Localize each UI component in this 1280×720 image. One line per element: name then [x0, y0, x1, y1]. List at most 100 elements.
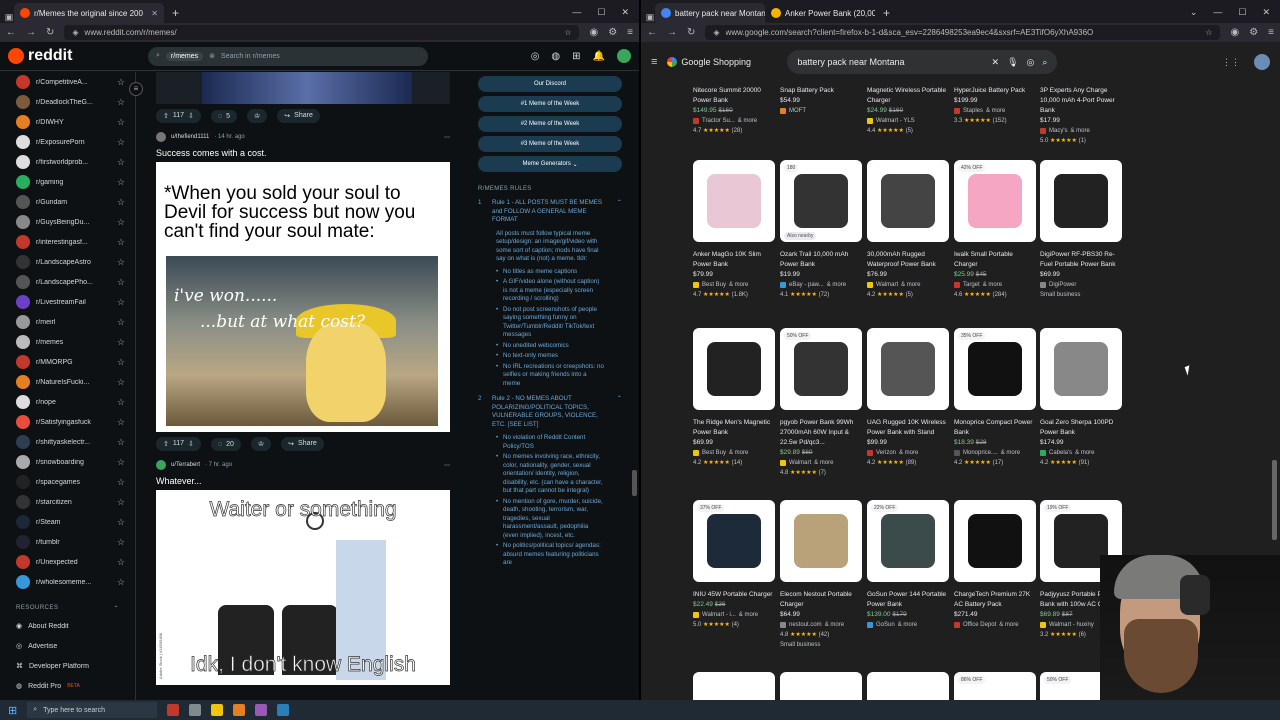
favorite-star-icon[interactable]: ☆ — [117, 517, 125, 528]
sidebar-subreddit[interactable]: r/snowboarding ☆ — [0, 452, 135, 472]
tab-google-shopping[interactable]: battery pack near Montana - G ✕ — [655, 3, 765, 23]
product-name[interactable]: Iwalk Small Portable Charger — [954, 250, 1038, 270]
favorite-star-icon[interactable]: ☆ — [117, 557, 125, 568]
product-image[interactable] — [954, 500, 1036, 582]
tab-anker[interactable]: Anker Power Bank (20,000mAh ✕ — [765, 3, 875, 23]
post-image[interactable]: Waiter or something Idk, I don't know En… — [156, 490, 450, 685]
lens-icon[interactable]: ◎ — [1027, 57, 1035, 68]
new-tab-button[interactable]: + — [164, 3, 187, 23]
sidebar-subreddit[interactable]: r/ExposurePorn ☆ — [0, 132, 135, 152]
pocket-icon[interactable]: ◉ — [589, 27, 598, 38]
minimize-icon[interactable]: — — [1213, 7, 1222, 18]
product-name[interactable]: pgyob Power Bank 99Wh 27000mAh 60W Input… — [780, 418, 864, 448]
notifications-icon[interactable]: 🔔 — [593, 51, 605, 62]
product-card[interactable] — [693, 672, 777, 700]
favorite-star-icon[interactable]: ☆ — [117, 177, 125, 188]
google-search-box[interactable]: battery pack near Montana ✕ 🎙 ◎ ⌕ — [787, 50, 1058, 74]
product-image[interactable]: 180 Also nearby — [780, 160, 862, 242]
hamburger-menu-icon[interactable]: ≡ — [651, 56, 657, 68]
clear-search-icon[interactable]: ✕ — [992, 57, 1000, 68]
sidebar-item-advertise[interactable]: ◎ Advertise — [0, 636, 135, 656]
product-image[interactable] — [1040, 328, 1122, 410]
favorite-star-icon[interactable]: ☆ — [117, 357, 125, 368]
scrollbar-thumb[interactable] — [632, 470, 637, 496]
sidebar-subreddit[interactable]: r/wholesomeme... ☆ — [0, 572, 135, 592]
product-card[interactable]: Snap Battery Pack $54.99 MOFT — [780, 78, 864, 116]
extensions-icon[interactable]: ⚙ — [608, 27, 617, 38]
pocket-icon[interactable]: ◉ — [1230, 27, 1239, 38]
product-name[interactable]: Goal Zero Sherpa 100PD Power Bank — [1040, 418, 1124, 438]
firefox-view-icon[interactable]: ▣ — [645, 12, 655, 23]
sidebar-subreddit[interactable]: r/Steam ☆ — [0, 512, 135, 532]
file-explorer-icon[interactable] — [211, 704, 224, 716]
sidebar-subreddit[interactable]: r/gaming ☆ — [0, 172, 135, 192]
product-name[interactable]: HyperJuice Battery Pack — [954, 86, 1038, 96]
product-name[interactable]: Elecom Nestout Portable Charger — [780, 590, 864, 610]
favorite-star-icon[interactable]: ☆ — [117, 337, 125, 348]
favorite-star-icon[interactable]: ☆ — [117, 257, 125, 268]
product-image[interactable] — [693, 672, 775, 700]
favorite-star-icon[interactable]: ☆ — [117, 157, 125, 168]
product-name[interactable]: 30,000mAh Rugged Waterproof Power Bank — [867, 250, 951, 270]
product-name[interactable]: UAG Rugged 10K Wireless Power Bank with … — [867, 418, 951, 438]
vote-control[interactable]: ⇧ 117 ⇩ — [156, 109, 201, 123]
favorite-star-icon[interactable]: ☆ — [117, 317, 125, 328]
product-card[interactable]: Magnetic Wireless Portable Charger $24.99… — [867, 78, 951, 136]
account-avatar[interactable] — [1254, 54, 1270, 70]
meme-of-week-2-button[interactable]: #2 Meme of the Week — [478, 116, 622, 132]
favorite-star-icon[interactable]: ☆ — [117, 277, 125, 288]
resources-heading[interactable]: RESOURCES ⌃ — [0, 600, 135, 616]
vote-control[interactable]: ⇧ 117 ⇩ — [156, 437, 201, 451]
sidebar-subreddit[interactable]: r/tumblr ☆ — [0, 532, 135, 552]
favorite-star-icon[interactable]: ☆ — [117, 297, 125, 308]
favorite-star-icon[interactable]: ☆ — [117, 437, 125, 448]
more-options-icon[interactable]: ⋯ — [444, 462, 450, 469]
product-image[interactable] — [780, 500, 862, 582]
menu-icon[interactable]: ≡ — [627, 27, 633, 38]
sidebar-subreddit[interactable]: r/firstworldprob... ☆ — [0, 152, 135, 172]
product-image[interactable] — [693, 160, 775, 242]
close-window-icon[interactable]: ✕ — [621, 7, 629, 18]
product-name[interactable]: DigiPower RF-PBS30 Re-Fuel Portable Powe… — [1040, 250, 1124, 270]
product-name[interactable]: ChargeTech Premium 27K AC Battery Pack — [954, 590, 1038, 610]
back-icon[interactable]: ← — [647, 27, 657, 38]
meme-of-week-3-button[interactable]: #3 Meme of the Week — [478, 136, 622, 152]
post-author[interactable]: u/thefiend1111 — [171, 134, 209, 140]
tab-list-icon[interactable]: ⌄ — [1190, 7, 1198, 18]
address-bar[interactable]: ◈ www.reddit.com/r/memes/ ☆ — [64, 25, 580, 40]
sidebar-subreddit[interactable]: r/Unexpected ☆ — [0, 552, 135, 572]
favorite-star-icon[interactable]: ☆ — [117, 417, 125, 428]
user-avatar[interactable] — [617, 49, 631, 63]
sidebar-subreddit[interactable]: r/DIWHY ☆ — [0, 112, 135, 132]
favorite-star-icon[interactable]: ☆ — [117, 217, 125, 228]
product-card[interactable]: 3P Experts Any Charge 10,000 mAh 4-Port … — [1040, 78, 1124, 146]
product-image[interactable]: 86% OFF — [954, 672, 1036, 700]
forward-icon[interactable]: → — [667, 27, 677, 38]
product-name[interactable]: 3P Experts Any Charge 10,000 mAh 4-Port … — [1040, 86, 1124, 116]
rule-2[interactable]: 2 Rule 2 - NO MEMES ABOUT POLARIZING/POLI… — [470, 392, 630, 432]
product-card[interactable]: Elecom Nestout Portable Charger $64.99 ne… — [780, 500, 864, 650]
extensions-icon[interactable]: ⚙ — [1249, 27, 1258, 38]
product-card[interactable]: HyperJuice Battery Pack $199.99 Staples &… — [954, 78, 1038, 126]
post-title[interactable]: Whatever... — [148, 474, 458, 490]
product-card[interactable]: 180 Also nearby Ozark Trail 10,000 mAh Pow… — [780, 160, 864, 300]
favorite-star-icon[interactable]: ☆ — [117, 397, 125, 408]
scrollbar-thumb[interactable] — [1272, 460, 1277, 540]
product-card[interactable] — [867, 672, 951, 700]
product-image[interactable] — [780, 672, 862, 700]
product-name[interactable]: Monoprice Compact Power Bank — [954, 418, 1038, 438]
product-image[interactable]: 50% OFF — [780, 328, 862, 410]
taskbar-search[interactable]: ⌕ Type here to search — [27, 702, 158, 718]
sidebar-subreddit[interactable]: r/LandscapePho... ☆ — [0, 272, 135, 292]
subreddit-chip[interactable]: r/memes — [165, 51, 204, 61]
firefox-taskbar-icon[interactable] — [233, 704, 246, 716]
product-name[interactable]: Nitecore Summit 20000 Power Bank — [693, 86, 777, 106]
sidebar-subreddit[interactable]: r/Satisfyingasfuck ☆ — [0, 412, 135, 432]
share-button[interactable]: ↪ Share — [281, 437, 324, 451]
advertise-icon[interactable]: ◎ — [531, 51, 540, 62]
sidebar-item-developer[interactable]: ⌘ Developer Platform — [0, 656, 135, 676]
favorite-star-icon[interactable]: ☆ — [117, 117, 125, 128]
award-button[interactable]: ♔ — [247, 109, 268, 123]
product-name[interactable]: INIU 45W Portable Charger — [693, 590, 777, 600]
previous-post-image[interactable] — [156, 72, 450, 104]
